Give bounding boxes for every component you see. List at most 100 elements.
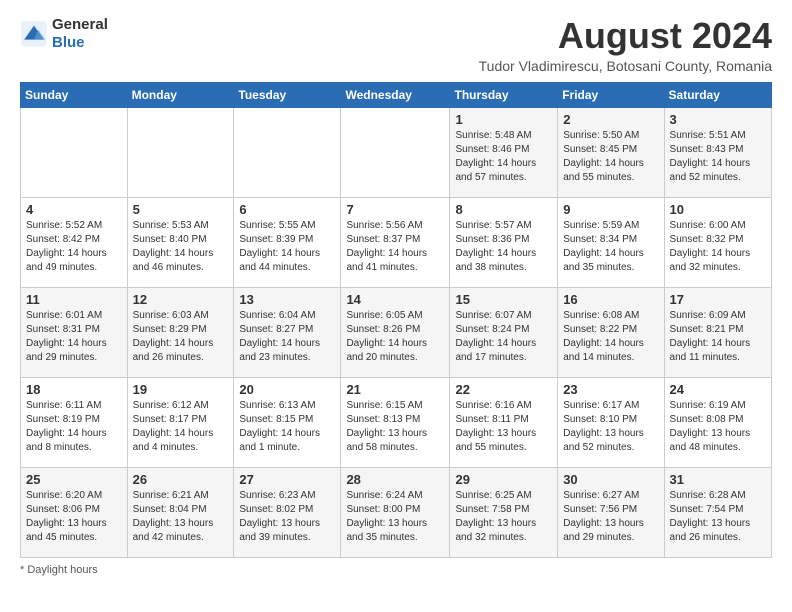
calendar-cell: 14Sunrise: 6:05 AM Sunset: 8:26 PM Dayli… [341, 287, 450, 377]
calendar-cell: 31 Sunrise: 6:28 AM Sunset: 7:54 PM Dayli… [664, 467, 771, 557]
day-number: 18 [26, 382, 122, 397]
day-number: 21 [346, 382, 444, 397]
day-number: 26 [133, 472, 229, 487]
calendar-week-row: 1 Sunrise: 5:48 AM Sunset: 8:46 PM Daylig… [21, 107, 772, 197]
day-number: 31 [670, 472, 766, 487]
calendar-cell [234, 107, 341, 197]
calendar-cell: 19Sunrise: 6:12 AM Sunset: 8:17 PM Dayli… [127, 377, 234, 467]
day-info: Sunrise: 6:01 AM Sunset: 8:31 PM Dayligh… [26, 309, 122, 365]
day-info: Sunrise: 6:19 AM Sunset: 8:08 PM Dayligh… [670, 399, 766, 455]
day-number: 27 [239, 472, 335, 487]
day-of-week-header: Thursday [450, 82, 558, 107]
day-number: 14 [346, 292, 444, 307]
logo-text-blue: Blue [52, 34, 85, 51]
day-info: Sunrise: 6:20 AM Sunset: 8:06 PM Dayligh… [26, 489, 122, 545]
location-subtitle: Tudor Vladimirescu, Botosani County, Rom… [479, 58, 772, 74]
calendar-cell [127, 107, 234, 197]
day-info: Sunrise: 6:09 AM Sunset: 8:21 PM Dayligh… [670, 309, 766, 365]
day-number: 8 [455, 202, 552, 217]
day-number: 9 [563, 202, 658, 217]
day-info: Sunrise: 6:03 AM Sunset: 8:29 PM Dayligh… [133, 309, 229, 365]
day-info: Sunrise: 5:53 AM Sunset: 8:40 PM Dayligh… [133, 219, 229, 275]
day-info: Sunrise: 5:56 AM Sunset: 8:37 PM Dayligh… [346, 219, 444, 275]
day-info: Sunrise: 6:24 AM Sunset: 8:00 PM Dayligh… [346, 489, 444, 545]
calendar-cell: 5 Sunrise: 5:53 AM Sunset: 8:40 PM Daylig… [127, 197, 234, 287]
day-info: Sunrise: 5:55 AM Sunset: 8:39 PM Dayligh… [239, 219, 335, 275]
calendar-cell [341, 107, 450, 197]
day-number: 28 [346, 472, 444, 487]
day-info: Sunrise: 6:27 AM Sunset: 7:56 PM Dayligh… [563, 489, 658, 545]
day-number: 10 [670, 202, 766, 217]
calendar-cell: 3 Sunrise: 5:51 AM Sunset: 8:43 PM Daylig… [664, 107, 771, 197]
day-info: Sunrise: 6:00 AM Sunset: 8:32 PM Dayligh… [670, 219, 766, 275]
day-info: Sunrise: 6:23 AM Sunset: 8:02 PM Dayligh… [239, 489, 335, 545]
calendar-cell: 30 Sunrise: 6:27 AM Sunset: 7:56 PM Dayli… [558, 467, 664, 557]
calendar-cell: 21Sunrise: 6:15 AM Sunset: 8:13 PM Dayli… [341, 377, 450, 467]
day-number: 17 [670, 292, 766, 307]
header: General Blue August 2024 Tudor Vladimire… [20, 16, 772, 74]
calendar-cell: 7 Sunrise: 5:56 AM Sunset: 8:37 PM Daylig… [341, 197, 450, 287]
day-number: 13 [239, 292, 335, 307]
day-number: 25 [26, 472, 122, 487]
day-info: Sunrise: 6:11 AM Sunset: 8:19 PM Dayligh… [26, 399, 122, 455]
calendar-cell: 26 Sunrise: 6:21 AM Sunset: 8:04 PM Dayli… [127, 467, 234, 557]
day-number: 3 [670, 112, 766, 127]
day-number: 11 [26, 292, 122, 307]
calendar-cell: 17 Sunrise: 6:09 AM Sunset: 8:21 PM Dayli… [664, 287, 771, 377]
day-info: Sunrise: 5:50 AM Sunset: 8:45 PM Dayligh… [563, 129, 658, 185]
calendar-cell: 22 Sunrise: 6:16 AM Sunset: 8:11 PM Dayli… [450, 377, 558, 467]
calendar-cell: 28 Sunrise: 6:24 AM Sunset: 8:00 PM Dayli… [341, 467, 450, 557]
day-number: 22 [455, 382, 552, 397]
calendar-week-row: 18 Sunrise: 6:11 AM Sunset: 8:19 PM Dayli… [21, 377, 772, 467]
day-number: 12 [133, 292, 229, 307]
day-number: 7 [346, 202, 444, 217]
calendar-week-row: 4Sunrise: 5:52 AM Sunset: 8:42 PM Daylig… [21, 197, 772, 287]
day-info: Sunrise: 6:25 AM Sunset: 7:58 PM Dayligh… [455, 489, 552, 545]
day-info: Sunrise: 6:12 AM Sunset: 8:17 PM Dayligh… [133, 399, 229, 455]
calendar-cell: 18 Sunrise: 6:11 AM Sunset: 8:19 PM Dayli… [21, 377, 128, 467]
title-block: August 2024 Tudor Vladimirescu, Botosani… [479, 16, 772, 74]
day-info: Sunrise: 5:51 AM Sunset: 8:43 PM Dayligh… [670, 129, 766, 185]
day-info: Sunrise: 5:48 AM Sunset: 8:46 PM Dayligh… [455, 129, 552, 185]
calendar-cell: 13 Sunrise: 6:04 AM Sunset: 8:27 PM Dayli… [234, 287, 341, 377]
day-of-week-header: Saturday [664, 82, 771, 107]
calendar-table: SundayMondayTuesdayWednesdayThursdayFrid… [20, 82, 772, 558]
day-number: 6 [239, 202, 335, 217]
calendar-cell: 10 Sunrise: 6:00 AM Sunset: 8:32 PM Dayli… [664, 197, 771, 287]
day-info: Sunrise: 6:16 AM Sunset: 8:11 PM Dayligh… [455, 399, 552, 455]
footer-note: * Daylight hours [20, 564, 772, 576]
calendar-cell: 9Sunrise: 5:59 AM Sunset: 8:34 PM Daylig… [558, 197, 664, 287]
calendar-week-row: 25 Sunrise: 6:20 AM Sunset: 8:06 PM Dayli… [21, 467, 772, 557]
calendar-cell: 25 Sunrise: 6:20 AM Sunset: 8:06 PM Dayli… [21, 467, 128, 557]
calendar-cell: 11 Sunrise: 6:01 AM Sunset: 8:31 PM Dayli… [21, 287, 128, 377]
day-of-week-header: Friday [558, 82, 664, 107]
logo-icon [20, 20, 48, 48]
calendar-header-row: SundayMondayTuesdayWednesdayThursdayFrid… [21, 82, 772, 107]
calendar-cell [21, 107, 128, 197]
calendar-cell: 27 Sunrise: 6:23 AM Sunset: 8:02 PM Dayli… [234, 467, 341, 557]
day-number: 30 [563, 472, 658, 487]
day-number: 23 [563, 382, 658, 397]
month-year-title: August 2024 [479, 16, 772, 56]
day-info: Sunrise: 6:28 AM Sunset: 7:54 PM Dayligh… [670, 489, 766, 545]
day-info: Sunrise: 6:13 AM Sunset: 8:15 PM Dayligh… [239, 399, 335, 455]
day-number: 29 [455, 472, 552, 487]
day-info: Sunrise: 6:04 AM Sunset: 8:27 PM Dayligh… [239, 309, 335, 365]
day-of-week-header: Sunday [21, 82, 128, 107]
day-number: 15 [455, 292, 552, 307]
calendar-cell: 8 Sunrise: 5:57 AM Sunset: 8:36 PM Daylig… [450, 197, 558, 287]
page: General Blue August 2024 Tudor Vladimire… [0, 0, 792, 588]
day-number: 2 [563, 112, 658, 127]
day-info: Sunrise: 5:57 AM Sunset: 8:36 PM Dayligh… [455, 219, 552, 275]
daylight-hours-label: Daylight hours [27, 564, 97, 576]
day-info: Sunrise: 6:08 AM Sunset: 8:22 PM Dayligh… [563, 309, 658, 365]
calendar-cell: 15 Sunrise: 6:07 AM Sunset: 8:24 PM Dayli… [450, 287, 558, 377]
calendar-cell: 6 Sunrise: 5:55 AM Sunset: 8:39 PM Daylig… [234, 197, 341, 287]
day-number: 5 [133, 202, 229, 217]
calendar-cell: 1 Sunrise: 5:48 AM Sunset: 8:46 PM Daylig… [450, 107, 558, 197]
day-number: 1 [455, 112, 552, 127]
logo-text-general: General [52, 16, 108, 33]
calendar-cell: 24Sunrise: 6:19 AM Sunset: 8:08 PM Dayli… [664, 377, 771, 467]
day-info: Sunrise: 6:21 AM Sunset: 8:04 PM Dayligh… [133, 489, 229, 545]
day-info: Sunrise: 6:07 AM Sunset: 8:24 PM Dayligh… [455, 309, 552, 365]
